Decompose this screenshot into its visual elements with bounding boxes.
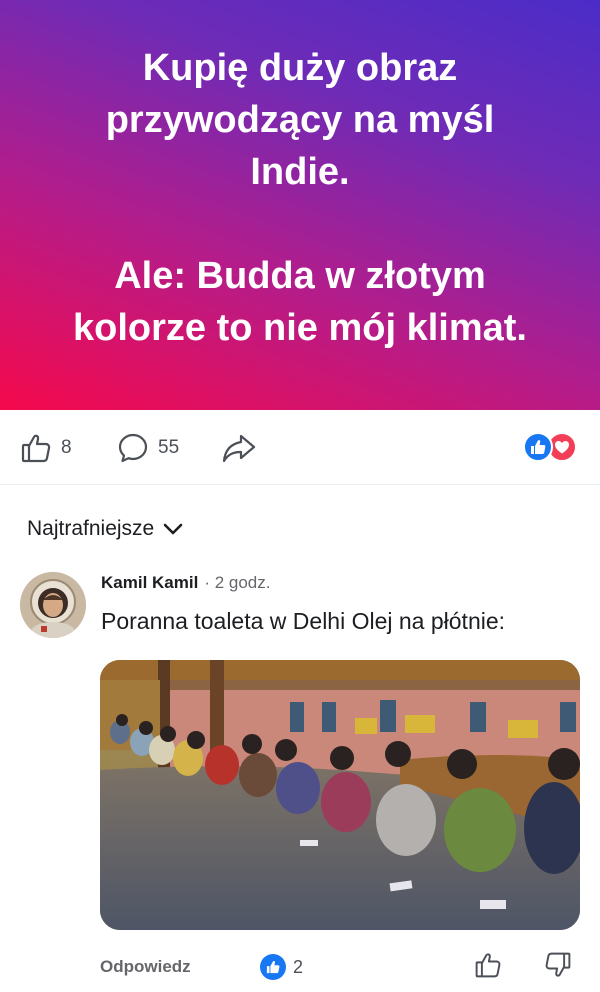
avatar[interactable] — [20, 572, 86, 638]
like-count: 8 — [61, 437, 72, 458]
chevron-down-icon — [163, 523, 183, 535]
post-action-bar: 8 55 — [0, 410, 600, 484]
comment-count: 55 — [158, 437, 180, 458]
reply-button[interactable]: Odpowiedz — [100, 957, 191, 977]
comment-image[interactable] — [100, 660, 580, 930]
sort-label: Najtrafniejsze — [27, 517, 155, 540]
post-background-banner: Kupię duży obraz przywodzący na myśl Ind… — [0, 0, 600, 410]
comment-actions: Odpowiedz 2 — [0, 940, 600, 992]
thumbs-up-icon — [475, 953, 501, 978]
comment-like-button[interactable] — [474, 951, 502, 984]
comment-button[interactable]: 55 — [117, 432, 179, 464]
reaction-summary[interactable] — [523, 432, 579, 462]
like-reaction-icon — [523, 432, 553, 462]
thumbs-up-icon — [21, 434, 51, 463]
comment-reaction-summary[interactable]: 2 — [260, 954, 303, 980]
comment-meta: Kamil Kamil · 2 godz. — [101, 573, 270, 593]
thumbs-down-icon — [545, 952, 571, 977]
comment-dislike-button[interactable] — [544, 951, 572, 984]
share-button[interactable] — [222, 432, 256, 464]
share-icon — [222, 434, 256, 463]
comment-time: · 2 godz. — [204, 573, 271, 592]
comment-reaction-count: 2 — [293, 956, 304, 977]
like-reaction-icon — [260, 954, 286, 980]
section-divider — [0, 484, 600, 485]
post-text: Kupię duży obraz przywodzący na myśl Ind… — [73, 47, 527, 349]
comment-text: Poranna toaleta w Delhi Olej na płótnie: — [101, 608, 506, 634]
comment-sort-dropdown[interactable]: Najtrafniejsze — [27, 517, 184, 541]
like-button[interactable]: 8 — [20, 432, 72, 464]
speech-bubble-icon — [118, 433, 148, 463]
comment-author[interactable]: Kamil Kamil — [101, 573, 198, 593]
